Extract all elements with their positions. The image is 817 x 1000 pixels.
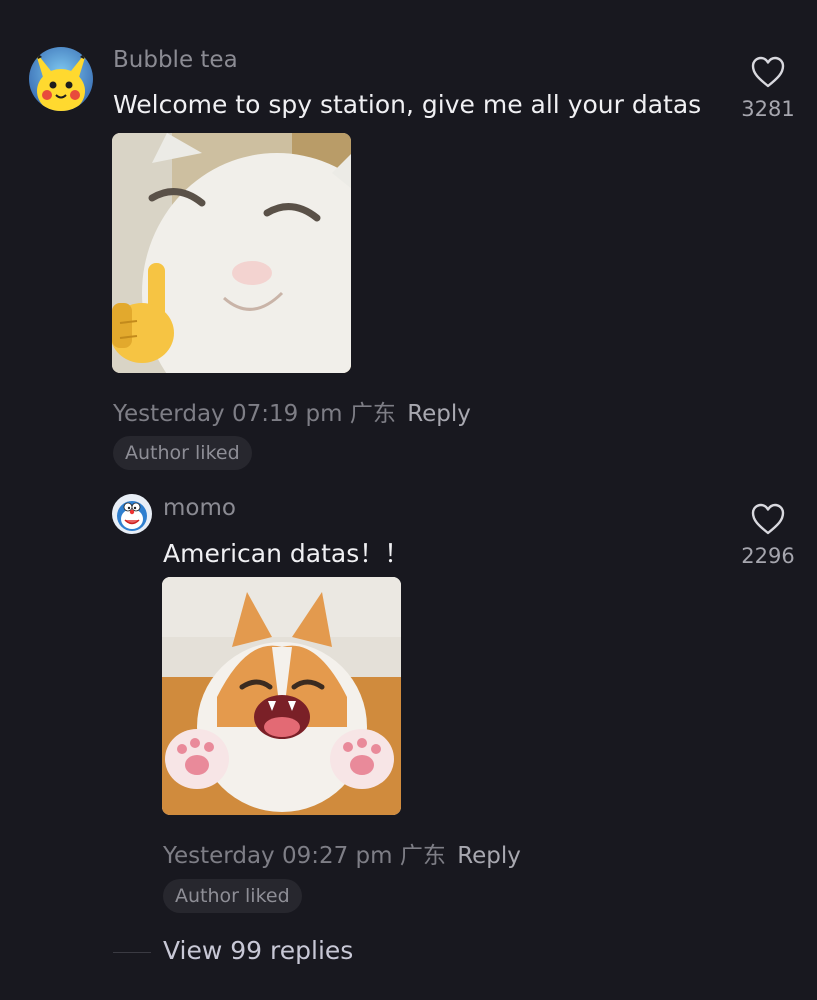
reply-text: American datas！！ [163,539,410,568]
like-count: 3281 [741,97,795,121]
cat-sticker-icon[interactable] [112,133,351,373]
reply-button[interactable]: Reply [407,401,471,427]
pikachu-avatar-icon[interactable] [29,47,93,111]
author-liked-badge: Author liked [113,436,252,470]
reply-username[interactable]: momo [163,495,236,521]
laughing-cat-sticker-icon[interactable] [162,577,401,815]
comment-meta: Yesterday 07:19 pm 广东 Reply [113,394,471,428]
doraemon-avatar-icon[interactable] [112,494,152,534]
view-replies-link[interactable]: View 99 replies [163,936,353,965]
reply-location: 广东 [399,843,446,869]
comment-timestamp: Yesterday 07:19 pm [113,401,343,427]
reply-timestamp: Yesterday 09:27 pm [163,843,393,869]
like-button[interactable]: 2296 [733,502,803,568]
comment-thread: Bubble tea Welcome to spy station, give … [0,0,817,1000]
divider [113,952,151,953]
like-button[interactable]: 3281 [733,55,803,121]
comment-location: 广东 [349,401,396,427]
comment-username[interactable]: Bubble tea [113,47,238,73]
heart-icon [751,56,785,88]
reply-meta: Yesterday 09:27 pm 广东 Reply [163,836,521,870]
heart-icon [751,503,785,535]
like-count: 2296 [741,544,795,568]
comment-text: Welcome to spy station, give me all your… [113,90,702,119]
reply-button[interactable]: Reply [457,843,521,869]
author-liked-badge: Author liked [163,879,302,913]
